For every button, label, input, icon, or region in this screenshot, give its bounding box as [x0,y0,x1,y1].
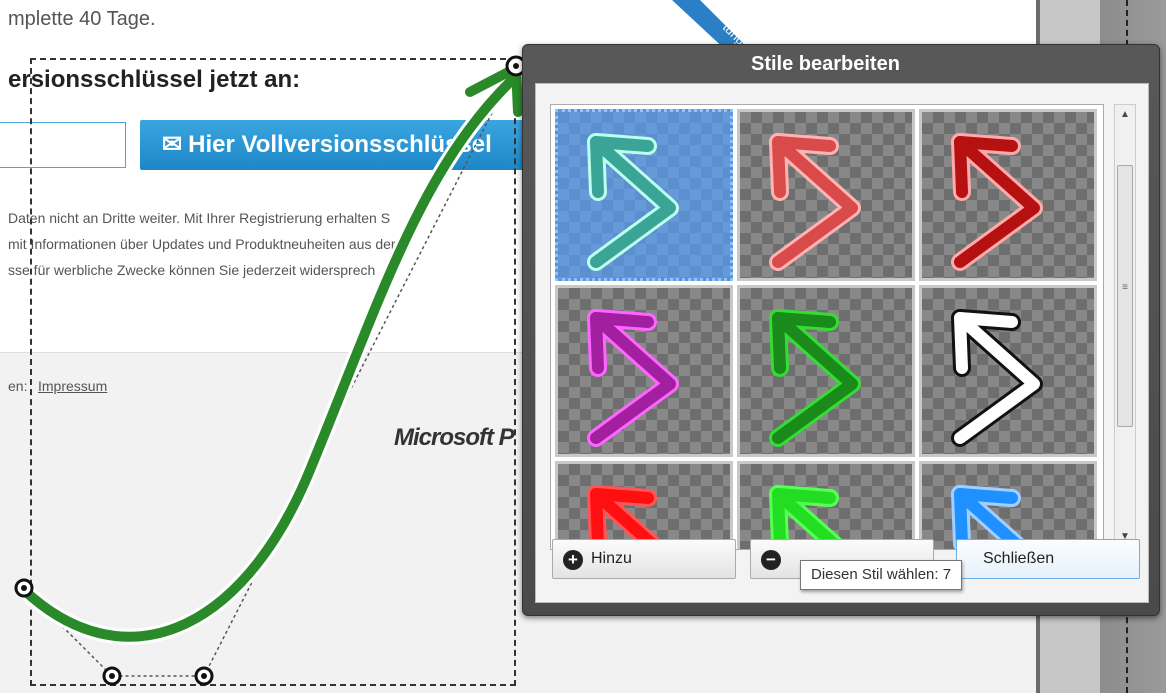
style-tile[interactable] [919,109,1097,281]
style-tile[interactable] [555,285,733,457]
add-style-button[interactable]: + Hinzu [552,539,736,579]
grip-icon: ≡ [1122,282,1128,293]
close-label: Schließen [983,550,1055,567]
control-handle [21,585,27,591]
arrow-style-icon [769,485,854,549]
style-tile[interactable] [919,285,1097,457]
arrow-style-icon [951,133,1043,271]
add-style-label: Hinzu [591,550,632,567]
scroll-thumb[interactable]: ≡ [1117,165,1133,427]
arrow-style-icon [769,309,861,447]
arrow-style-icon [951,485,1036,549]
control-handle [513,63,519,69]
style-tile[interactable] [737,109,915,281]
style-tooltip: Diesen Stil wählen: 7 [800,560,963,590]
control-handle [109,673,115,679]
close-button[interactable]: Schließen [956,539,1140,579]
arrow-style-icon [587,133,679,271]
style-grid [550,104,1104,550]
edit-styles-dialog: Stile bearbeiten ▲ ≡ ▼ + Hinzu − Schließ… [522,44,1160,616]
control-handle [201,673,207,679]
arrow-style-icon [587,485,672,549]
style-tile[interactable] [737,285,915,457]
arrow-style-icon [587,309,679,447]
scroll-up-icon[interactable]: ▲ [1115,105,1135,125]
dialog-body: ▲ ≡ ▼ + Hinzu − Schließen Diesen Stil wä… [535,83,1149,603]
style-tile[interactable] [555,461,733,549]
style-tile[interactable] [555,109,733,281]
minus-icon: − [761,550,781,570]
arrow-style-icon [951,309,1043,447]
plus-icon: + [563,550,583,570]
style-grid-scrollbar[interactable]: ▲ ≡ ▼ [1114,104,1136,548]
style-tile[interactable] [919,461,1097,549]
arrow-style-icon [769,133,861,271]
dialog-title: Stile bearbeiten [751,53,900,75]
style-tile[interactable] [737,461,915,549]
